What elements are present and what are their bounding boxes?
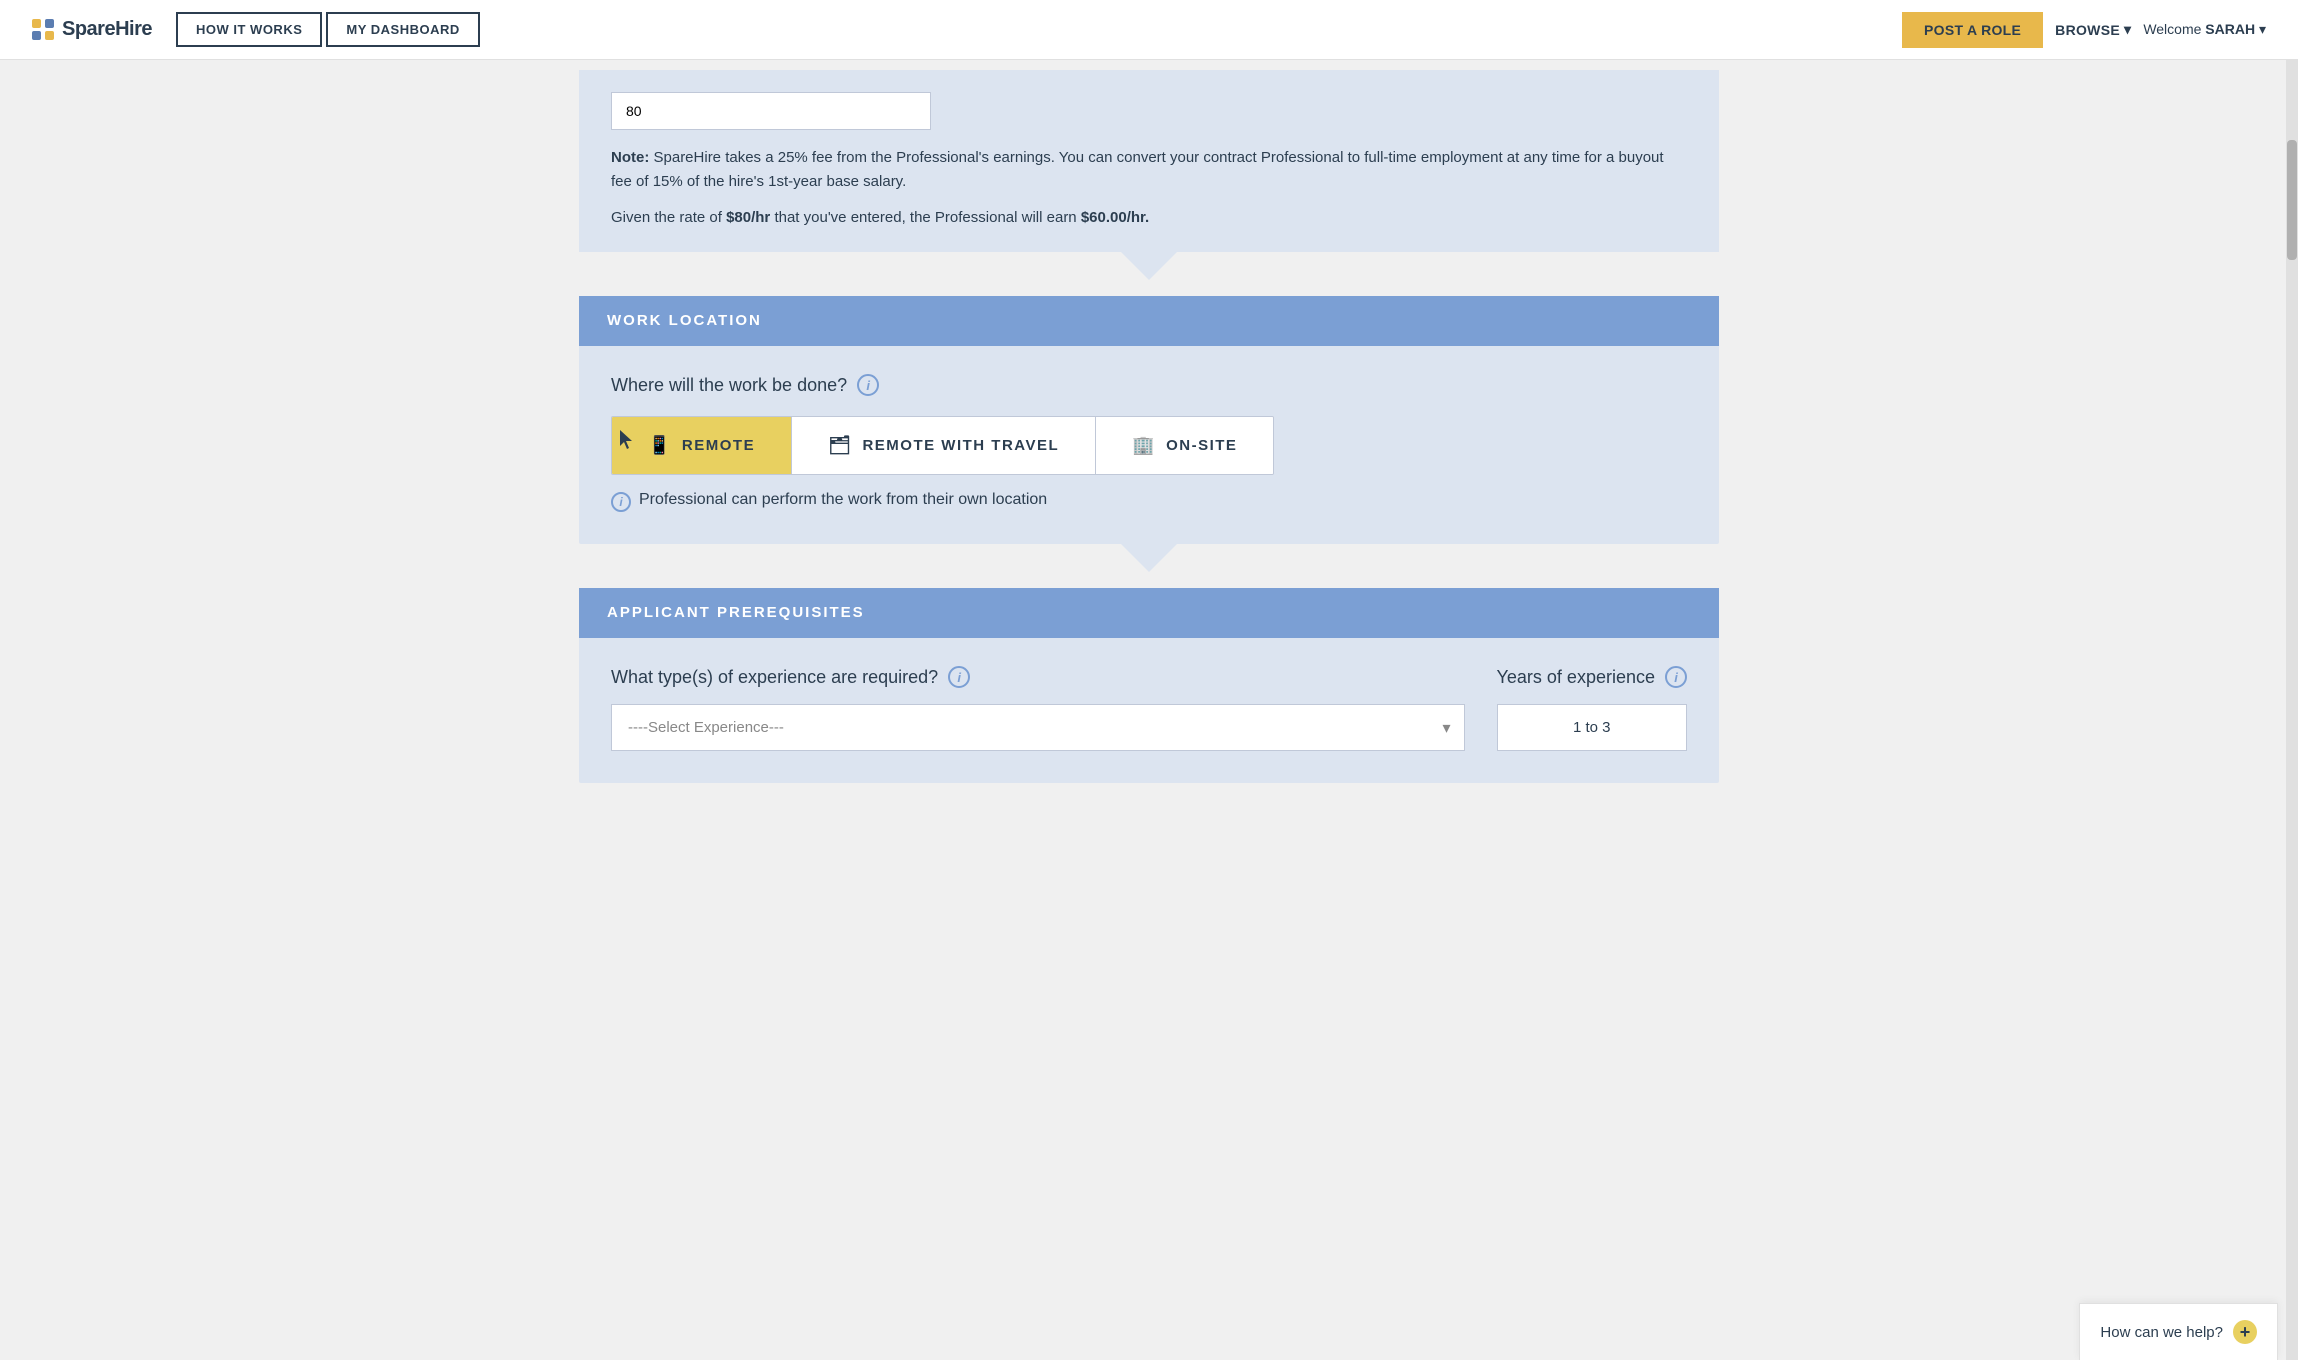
rate-input[interactable] (611, 92, 931, 130)
on-site-label: ON-SITE (1166, 437, 1237, 454)
location-option-remote[interactable]: 📱 REMOTE (612, 417, 792, 474)
nav-links: HOW IT WORKS MY DASHBOARD (176, 12, 1902, 47)
info-description-icon: i (611, 492, 631, 512)
logo[interactable]: SpareHire (32, 18, 152, 41)
location-description: Professional can perform the work from t… (639, 491, 1047, 509)
help-plus-icon[interactable]: + (2233, 1320, 2257, 1344)
prerequisites-grid: What type(s) of experience are required?… (611, 666, 1687, 751)
welcome-text: Welcome SARAH ▾ (2143, 21, 2266, 38)
help-label: How can we help? (2100, 1324, 2223, 1341)
my-dashboard-button[interactable]: MY DASHBOARD (326, 12, 479, 47)
years-question-row: Years of experience i (1497, 666, 1687, 688)
experience-info-icon[interactable]: i (948, 666, 970, 688)
experience-select-wrapper: ----Select Experience--- ▾ (611, 704, 1465, 751)
location-option-on-site[interactable]: 🏢 ON-SITE (1096, 417, 1273, 474)
experience-select[interactable]: ----Select Experience--- (611, 704, 1465, 751)
prerequisites-right: Years of experience i 1 to 3 (1497, 666, 1687, 751)
work-location-body: Where will the work be done? i 📱 REMOTE … (579, 346, 1719, 544)
travel-icon: 🗂 (828, 435, 852, 456)
building-icon: 🏢 (1132, 435, 1156, 456)
browse-button[interactable]: BROWSE ▾ (2055, 21, 2131, 38)
prerequisites-body: What type(s) of experience are required?… (579, 638, 1719, 783)
remote-label: REMOTE (682, 437, 755, 454)
logo-icon (32, 19, 54, 41)
location-options: 📱 REMOTE 🗂 REMOTE WITH TRAVEL 🏢 ON-SITE (611, 416, 1274, 475)
how-it-works-button[interactable]: HOW IT WORKS (176, 12, 322, 47)
work-location-section: WORK LOCATION Where will the work be don… (579, 296, 1719, 544)
nav-right: POST A ROLE BROWSE ▾ Welcome SARAH ▾ (1902, 12, 2266, 48)
prerequisites-title: APPLICANT PREREQUISITES (607, 604, 865, 621)
experience-question: What type(s) of experience are required? (611, 667, 938, 688)
work-location-header: WORK LOCATION (579, 296, 1719, 346)
rate-info-text: Given the rate of $80/hr that you've ent… (611, 206, 1687, 230)
note-body: Note: SpareHire takes a 25% fee from the… (611, 146, 1687, 194)
remote-travel-label: REMOTE WITH TRAVEL (862, 437, 1059, 454)
years-value: 1 to 3 (1497, 704, 1687, 751)
work-location-question-row: Where will the work be done? i (611, 374, 1687, 396)
years-info-icon[interactable]: i (1665, 666, 1687, 688)
note-section: Note: SpareHire takes a 25% fee from the… (579, 70, 1719, 252)
work-location-title: WORK LOCATION (607, 312, 762, 329)
prerequisites-left: What type(s) of experience are required?… (611, 666, 1465, 751)
scrollbar[interactable] (2286, 60, 2298, 1360)
experience-question-row: What type(s) of experience are required?… (611, 666, 1465, 688)
prerequisites-section: APPLICANT PREREQUISITES What type(s) of … (579, 588, 1719, 783)
post-role-button[interactable]: POST A ROLE (1902, 12, 2043, 48)
location-description-row: i Professional can perform the work from… (611, 491, 1687, 512)
prerequisites-header: APPLICANT PREREQUISITES (579, 588, 1719, 638)
location-option-remote-travel[interactable]: 🗂 REMOTE WITH TRAVEL (792, 417, 1096, 474)
help-widget[interactable]: How can we help? + (2079, 1303, 2278, 1360)
work-location-info-icon[interactable]: i (857, 374, 879, 396)
logo-text: SpareHire (62, 18, 152, 41)
years-label: Years of experience (1497, 667, 1655, 688)
scroll-thumb[interactable] (2287, 140, 2297, 260)
mobile-icon: 📱 (648, 435, 672, 456)
main-content: Note: SpareHire takes a 25% fee from the… (559, 70, 1739, 823)
work-location-question: Where will the work be done? (611, 375, 847, 396)
chevron-down-icon: ▾ (2259, 21, 2266, 37)
chevron-down-icon: ▾ (2124, 21, 2131, 38)
navbar: SpareHire HOW IT WORKS MY DASHBOARD POST… (0, 0, 2298, 60)
